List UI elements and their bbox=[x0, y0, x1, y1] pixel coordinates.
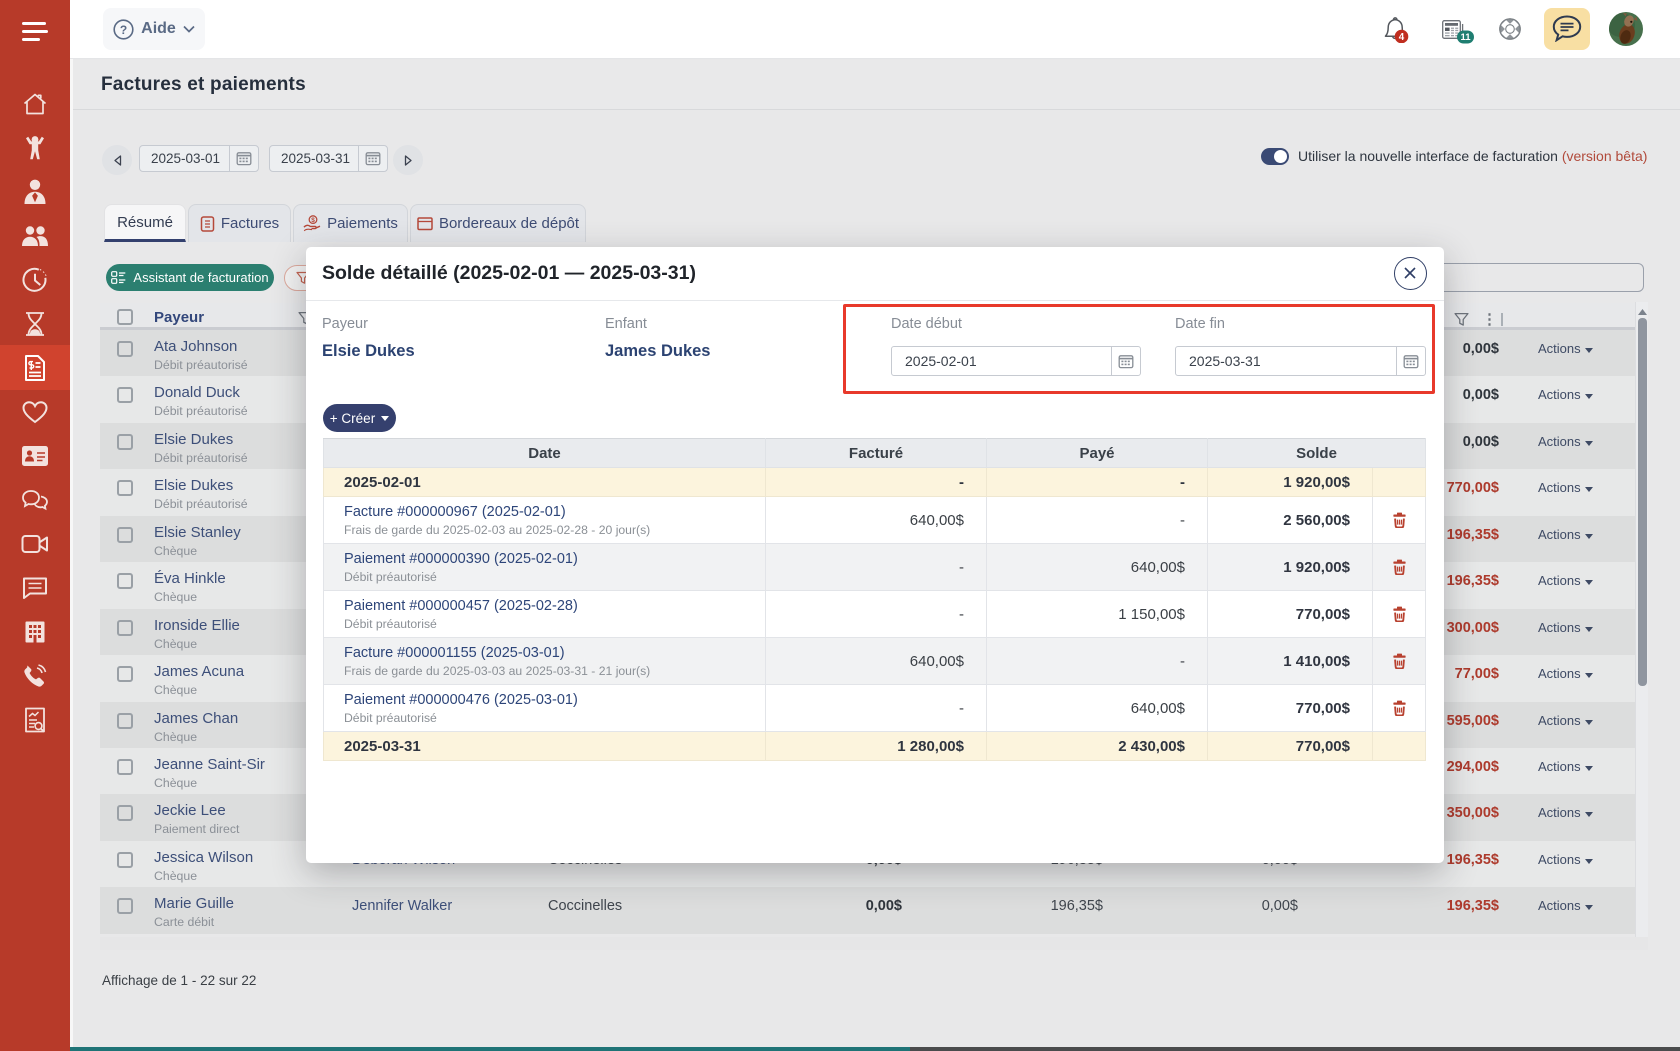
svg-text:$: $ bbox=[311, 217, 315, 224]
svg-text:?: ? bbox=[120, 23, 127, 37]
svg-text:11: 11 bbox=[1460, 32, 1471, 43]
svg-text:4: 4 bbox=[1399, 32, 1405, 43]
